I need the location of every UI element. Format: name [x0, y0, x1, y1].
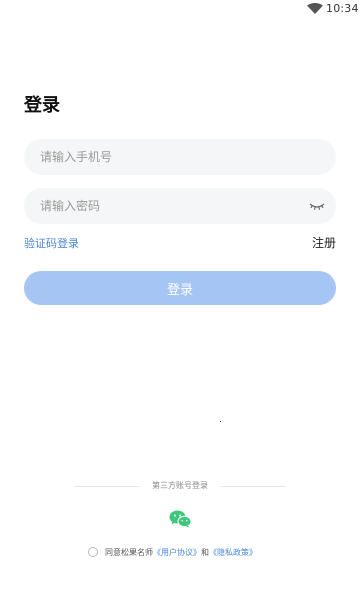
user-agreement-link[interactable]: 《用户协议》 — [153, 548, 201, 557]
sms-login-link[interactable]: 验证码登录 — [24, 235, 79, 251]
login-button[interactable]: 登录 — [24, 271, 336, 305]
phone-input[interactable] — [40, 139, 300, 175]
divider-line-right — [220, 486, 286, 487]
agreement-checkbox[interactable] — [88, 546, 98, 557]
decorative-dot — [220, 421, 221, 422]
wifi-icon — [307, 3, 323, 14]
password-field[interactable] — [24, 188, 336, 224]
register-link[interactable]: 注册 — [312, 234, 336, 251]
phone-field[interactable] — [24, 139, 336, 175]
status-bar: 10:34 — [0, 0, 360, 18]
privacy-policy-link[interactable]: 《隐私政策》 — [209, 548, 257, 557]
page-title: 登录 — [24, 95, 60, 116]
agreement-prefix: 同意松果名师 — [105, 548, 153, 557]
agreement-row: 同意松果名师《用户协议》和《隐私政策》 — [88, 546, 257, 560]
eye-closed-icon[interactable] — [309, 200, 325, 212]
agreement-and: 和 — [201, 548, 209, 557]
status-time: 10:34 — [326, 2, 359, 15]
wechat-icon[interactable] — [169, 510, 191, 528]
password-input[interactable] — [40, 188, 300, 224]
third-party-divider: 第三方账号登录 — [74, 480, 286, 492]
